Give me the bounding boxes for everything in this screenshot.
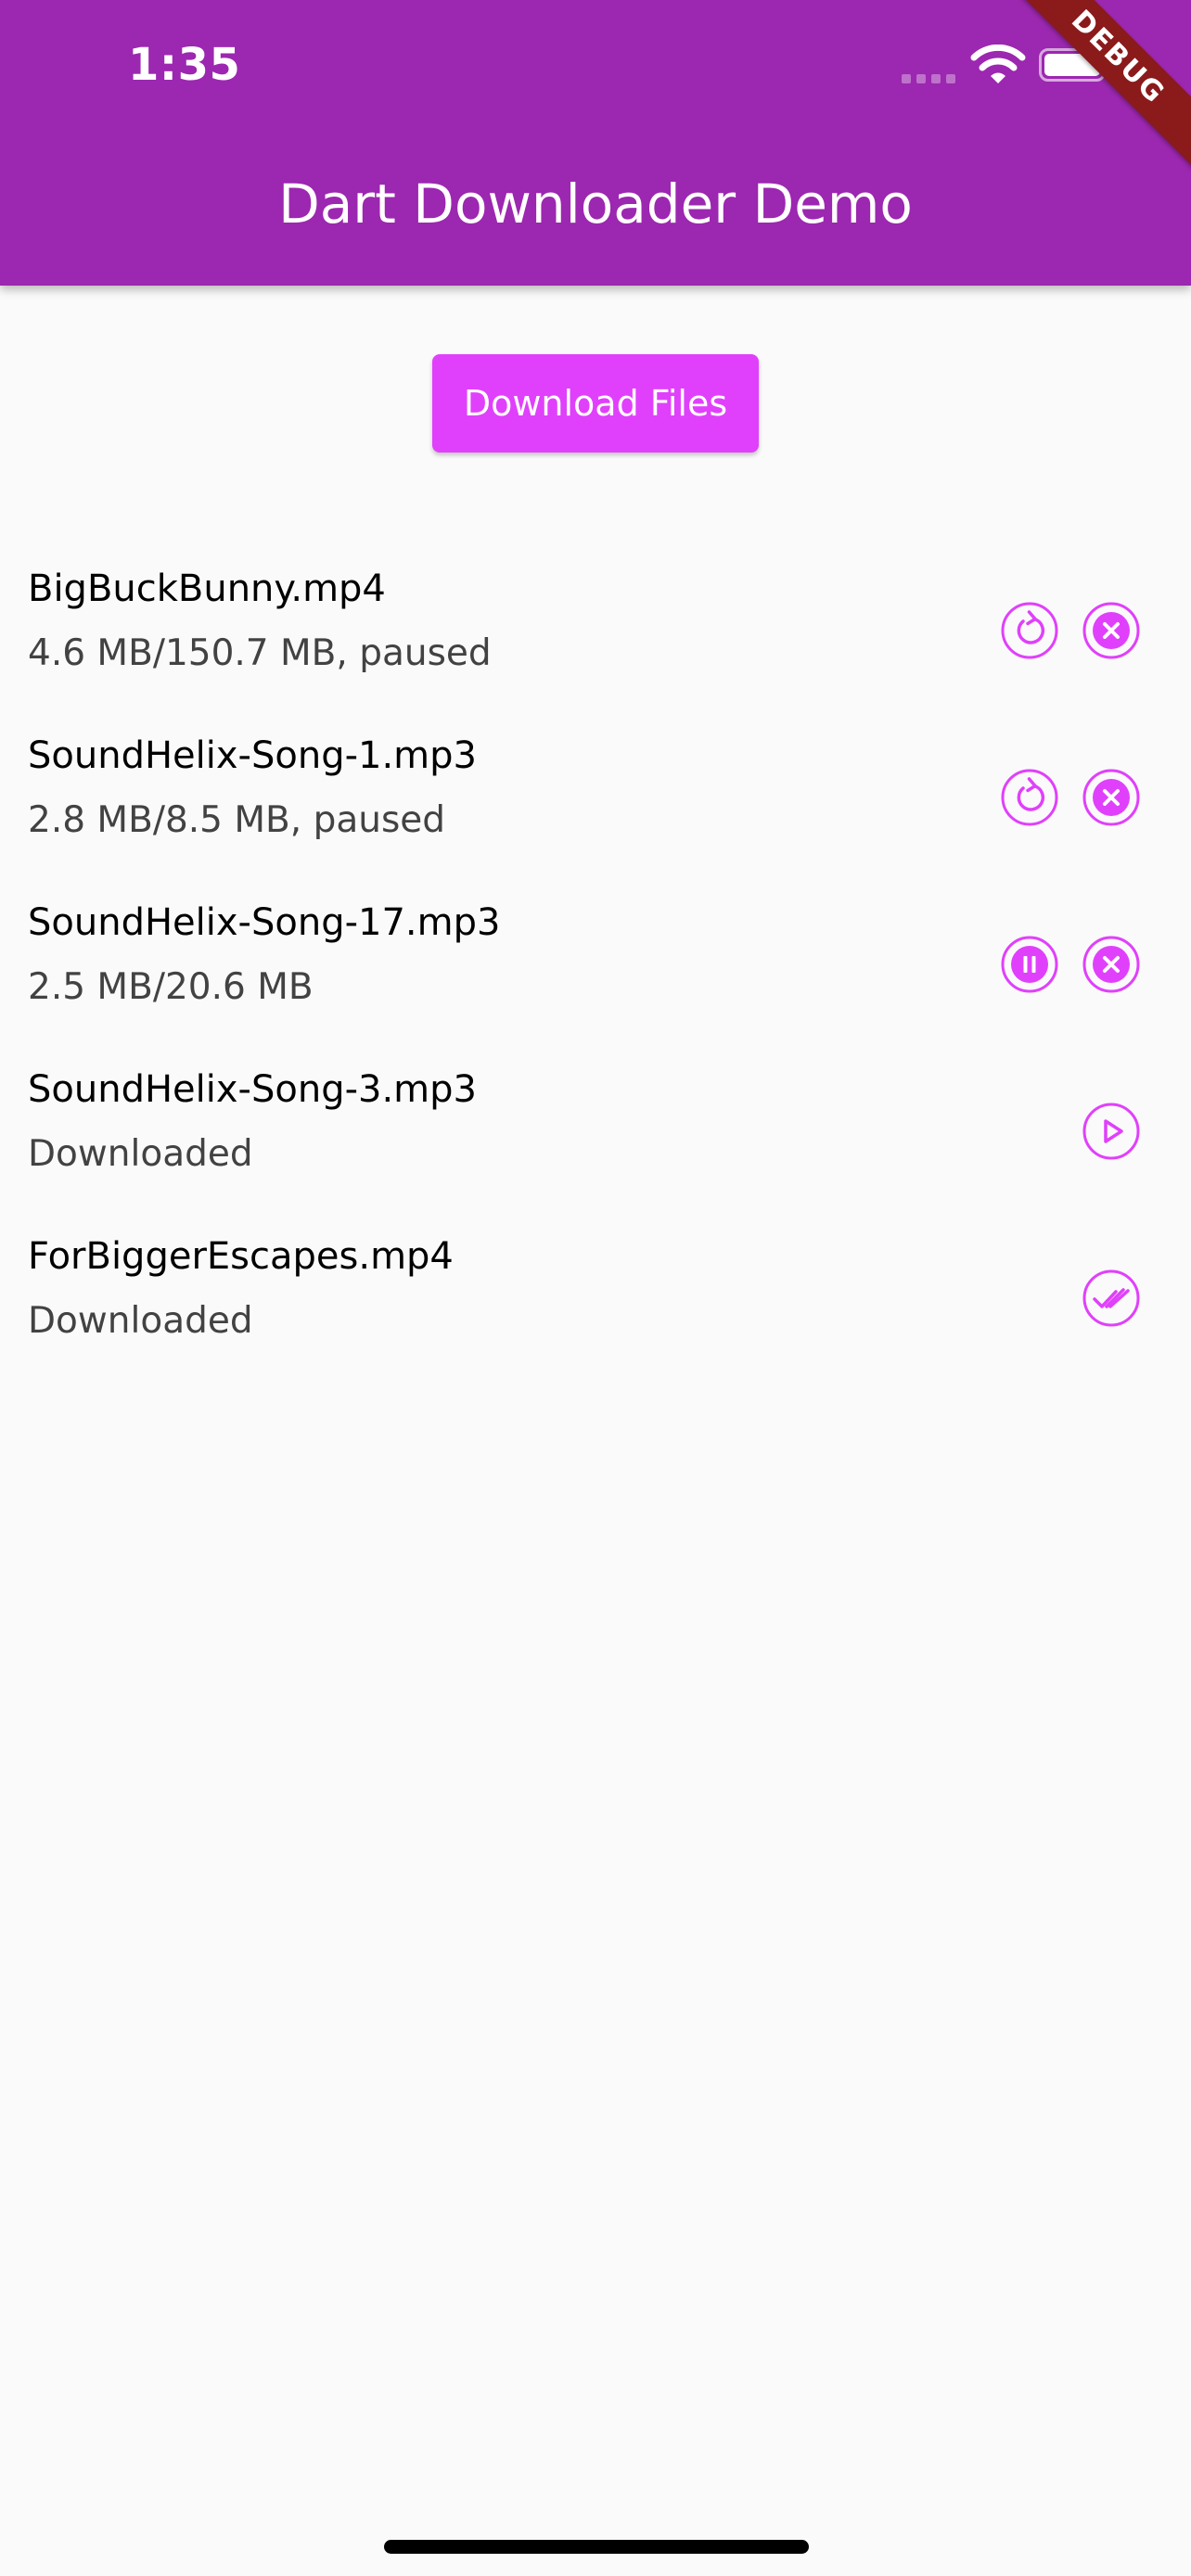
file-status: 2.5 MB/20.6 MB [28,966,314,1008]
play-icon [1082,1103,1140,1160]
app-bar: 1:35 Dart Downloader Demo DEBUG [0,0,1191,286]
download-list: BigBuckBunny.mp4 4.6 MB/150.7 MB, paused… [0,545,1191,1380]
cellular-signal-icon [902,74,957,83]
status-bar-time: 1:35 [128,39,241,91]
list-item: SoundHelix-Song-1.mp3 2.8 MB/8.5 MB, pau… [0,712,1191,879]
list-item: SoundHelix-Song-3.mp3 Downloaded [0,1046,1191,1213]
wifi-icon [970,45,1026,83]
file-name: BigBuckBunny.mp4 [28,567,386,610]
file-name: SoundHelix-Song-3.mp3 [28,1068,477,1111]
restart-button[interactable] [1000,768,1059,827]
file-name: ForBiggerEscapes.mp4 [28,1235,454,1278]
pause-icon [1001,936,1058,993]
restart-button[interactable] [1000,601,1059,660]
list-item: ForBiggerEscapes.mp4 Downloaded [0,1213,1191,1380]
home-indicator[interactable] [384,2540,809,2554]
cancel-button[interactable] [1082,935,1141,994]
file-name: SoundHelix-Song-1.mp3 [28,734,477,777]
file-status: Downloaded [28,1133,253,1175]
restart-icon [1001,602,1058,659]
cancel-button[interactable] [1082,768,1141,827]
list-item: SoundHelix-Song-17.mp3 2.5 MB/20.6 MB [0,879,1191,1046]
pause-button[interactable] [1000,935,1059,994]
file-status: 4.6 MB/150.7 MB, paused [28,632,492,674]
cancel-button[interactable] [1082,601,1141,660]
file-status: Downloaded [28,1300,253,1342]
done-all-icon [1082,1269,1140,1327]
debug-banner: DEBUG [992,0,1191,184]
page-title: Dart Downloader Demo [278,172,913,236]
download-files-button[interactable]: Download Files [432,354,759,453]
cancel-icon [1082,602,1140,659]
file-name: SoundHelix-Song-17.mp3 [28,901,501,944]
play-button[interactable] [1082,1102,1141,1161]
cancel-icon [1082,936,1140,993]
restart-icon [1001,769,1058,826]
done-all-button[interactable] [1082,1269,1141,1328]
file-status: 2.8 MB/8.5 MB, paused [28,799,446,841]
list-item: BigBuckBunny.mp4 4.6 MB/150.7 MB, paused [0,545,1191,712]
cancel-icon [1082,769,1140,826]
